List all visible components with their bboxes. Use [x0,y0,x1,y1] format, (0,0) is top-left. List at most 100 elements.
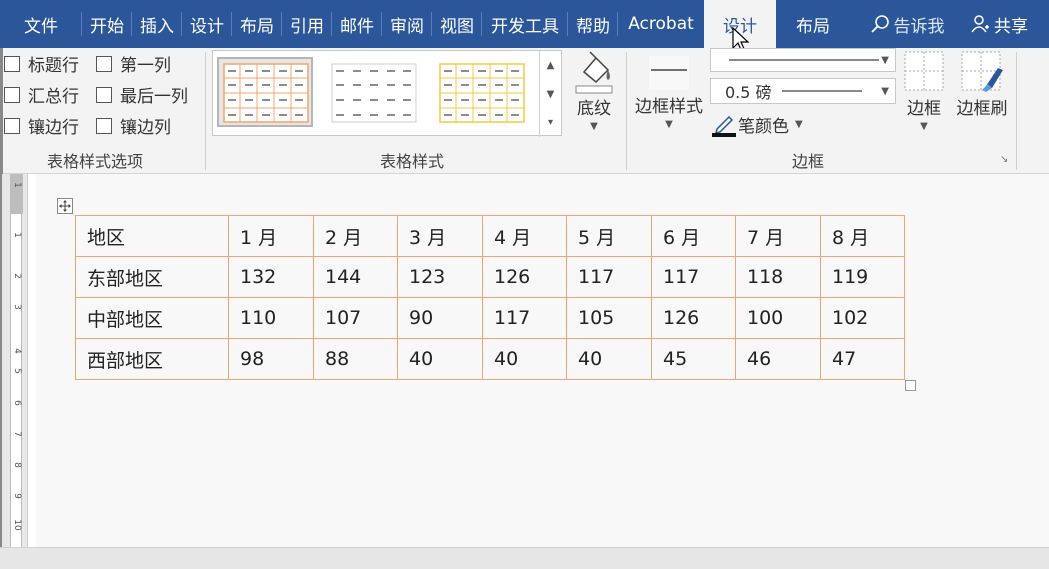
group-divider [1016,52,1017,170]
checkbox-label: 汇总行 [28,87,79,107]
tab-acrobat[interactable]: Acrobat [618,0,704,48]
borders-button[interactable]: 边框 ▼ [902,50,946,132]
table-cell[interactable]: 90 [397,297,483,339]
table-move-handle[interactable] [57,198,73,214]
table-cell[interactable]: 40 [397,338,483,380]
table-style-orange-grid[interactable] [217,57,313,127]
table-cell[interactable]: 110 [228,297,314,339]
line-style-dropdown[interactable]: ▼ [710,48,896,72]
table-cell[interactable]: 123 [397,256,483,298]
checkbox-box[interactable] [4,55,20,72]
checkbox-label: 最后一列 [120,87,188,107]
banded-rows-checkbox[interactable]: 镶边行 [4,113,79,138]
table-cell[interactable]: 126 [651,297,736,339]
table-cell[interactable]: 107 [313,297,398,339]
group-label-table-styles: 表格样式 [380,152,445,171]
border-line-icon [649,56,689,90]
table-cell[interactable]: 47 [820,338,905,380]
table-cell[interactable]: 100 [735,297,821,339]
table-cell[interactable]: 3 月 [397,215,483,257]
table-cell[interactable]: 8 月 [820,215,905,257]
tab-view[interactable]: 视图 [432,0,482,48]
border-painter-label: 边框刷 [956,99,1008,119]
dialog-launcher-icon[interactable]: ↘ [1000,154,1008,165]
table-cell[interactable]: 117 [651,256,736,298]
tab-references[interactable]: 引用 [282,0,332,48]
table-cell[interactable]: 地区 [75,215,229,257]
tab-insert[interactable]: 插入 [132,0,182,48]
table-cell[interactable]: 144 [313,256,398,298]
checkbox-box[interactable] [96,117,112,134]
table-cell[interactable]: 102 [820,297,905,339]
table-cell[interactable]: 132 [228,256,314,298]
tab-label: 布局 [240,16,274,37]
border-styles-button[interactable]: 边框样式 ▼ [630,54,708,130]
tab-review[interactable]: 审阅 [382,0,432,48]
horizontal-scrollbar[interactable] [0,547,1049,569]
table-cell[interactable]: 46 [735,338,821,380]
table-cell[interactable]: 88 [313,338,398,380]
table-cell[interactable]: 4 月 [482,215,567,257]
table-style-gold-grid[interactable] [433,57,529,127]
tab-developer[interactable]: 开发工具 [482,0,568,48]
table-cell[interactable]: 117 [482,297,567,339]
tab-layout[interactable]: 布局 [232,0,282,48]
tell-me-search[interactable]: 告诉我 [850,0,964,48]
table-resize-handle[interactable] [905,380,916,391]
table-cell[interactable]: 126 [482,256,567,298]
checkbox-box[interactable] [4,86,20,103]
chevron-down-icon: ▼ [881,85,889,97]
table-cell[interactable]: 40 [482,338,567,380]
ruler-number: 8 [12,462,22,468]
table-cell[interactable]: 6 月 [651,215,736,257]
chevron-down-icon: ▼ [665,119,673,130]
line-weight-dropdown[interactable]: 0.5 磅 ▼ [710,78,896,104]
gallery-down-button[interactable]: ▼ [540,80,561,109]
paint-bucket-icon [575,51,613,94]
tab-mailings[interactable]: 邮件 [332,0,382,48]
pen-color-button[interactable]: 笔颜色 ▼ [712,112,803,137]
table-cell[interactable]: 东部地区 [75,256,229,298]
tab-label: 审阅 [390,16,424,37]
gallery-up-button[interactable]: ▲ [540,51,561,80]
ruler-number: 1 [12,232,22,238]
table-cell[interactable]: 5 月 [566,215,652,257]
table-cell[interactable]: 45 [651,338,736,380]
gallery-scrollbar: ▲ ▼ ▾ [539,51,561,137]
line-sample-icon [729,59,879,61]
checkbox-box[interactable] [4,117,20,134]
header-row-checkbox[interactable]: 标题行 [4,51,79,76]
ruler-number: 3 [12,304,22,310]
table-cell[interactable]: 117 [566,256,652,298]
checkbox-box[interactable] [96,55,112,72]
shading-button[interactable]: 底纹 ▼ [572,50,616,132]
banded-columns-checkbox[interactable]: 镶边列 [96,113,171,138]
border-painter-button[interactable]: 边框刷 [952,50,1012,119]
tab-home[interactable]: 开始 [82,0,132,48]
table-style-plain[interactable] [325,57,421,127]
total-row-checkbox[interactable]: 汇总行 [4,82,79,107]
tab-help[interactable]: 帮助 [568,0,618,48]
last-column-checkbox[interactable]: 最后一列 [96,82,188,107]
table-cell[interactable]: 2 月 [313,215,398,257]
table-cell[interactable]: 7 月 [735,215,821,257]
table-cell[interactable]: 98 [228,338,314,380]
table-cell[interactable]: 118 [735,256,821,298]
checkbox-box[interactable] [96,86,112,103]
table-cell[interactable]: 40 [566,338,652,380]
tab-table-layout[interactable]: 布局 [776,0,850,48]
table-cell[interactable]: 119 [820,256,905,298]
table-cell[interactable]: 1 月 [228,215,314,257]
tab-design[interactable]: 设计 [182,0,232,48]
chevron-down-icon: ▼ [920,121,928,132]
table-cell[interactable]: 中部地区 [75,297,229,339]
tab-label: 帮助 [576,16,610,37]
first-column-checkbox[interactable]: 第一列 [96,51,171,76]
table-cell[interactable]: 105 [566,297,652,339]
chevron-down-icon: ▼ [881,54,889,66]
tab-file[interactable]: 文件 [0,0,82,48]
share-button[interactable]: 共享 [964,0,1034,48]
table-cell[interactable]: 西部地区 [75,338,229,380]
gallery-more-button[interactable]: ▾ [540,108,561,137]
checkbox-label: 镶边列 [120,118,171,138]
